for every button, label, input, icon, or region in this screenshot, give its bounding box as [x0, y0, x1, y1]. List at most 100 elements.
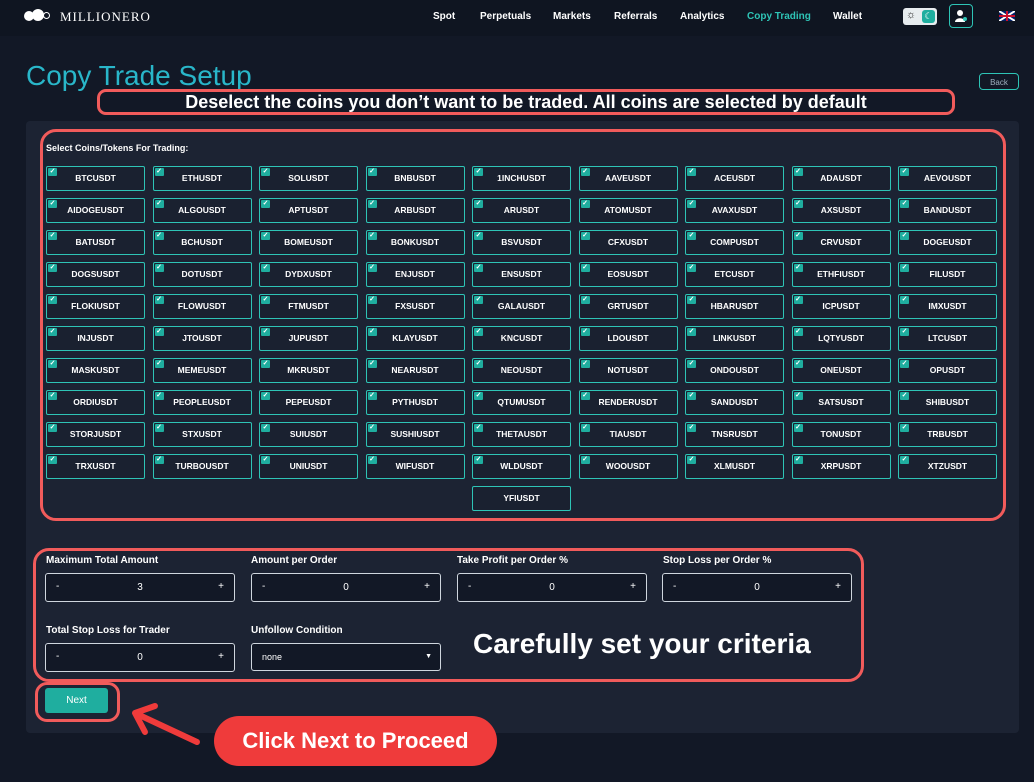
coin-checkbox[interactable]: ✓ MKRUSDT [259, 358, 358, 383]
coin-checkbox[interactable]: ✓ LTCUSDT [898, 326, 997, 351]
coin-checkbox[interactable]: ✓ FTMUSDT [259, 294, 358, 319]
coin-checkbox[interactable]: ✓ TONUSDT [791, 422, 891, 447]
coin-checkbox[interactable]: ✓ LINKUSDT [685, 326, 784, 351]
coin-checkbox[interactable]: ✓ ACEUSDT [685, 166, 784, 191]
coin-checkbox[interactable]: ✓ JTOUSDT [152, 326, 252, 351]
coin-checkbox[interactable]: ✓ PYTHUSDT [365, 390, 465, 415]
take-profit-value[interactable]: 0 [458, 582, 646, 593]
coin-checkbox[interactable]: ✓ BTCUSDT [46, 166, 145, 191]
coin-checkbox[interactable]: ✓ AIDOGEUSDT [46, 198, 145, 223]
increment-button[interactable]: + [218, 651, 224, 662]
max-total-value[interactable]: 3 [46, 582, 234, 593]
coin-checkbox[interactable]: ✓ COMPUSDT [685, 230, 784, 255]
coin-checkbox[interactable]: ✓ ARBUSDT [365, 198, 465, 223]
per-order-value[interactable]: 0 [252, 582, 440, 593]
coin-checkbox[interactable]: ✓ ORDIUSDT [46, 390, 145, 415]
nav-perpetuals[interactable]: Perpetuals [480, 11, 531, 22]
coin-checkbox[interactable]: ✓ TIAUSDT [578, 422, 678, 447]
coin-checkbox[interactable]: ✓ XTZUSDT [898, 454, 997, 479]
coin-checkbox[interactable]: ✓ BNBUSDT [365, 166, 465, 191]
coin-checkbox[interactable]: ✓ LQTYUSDT [791, 326, 891, 351]
coin-checkbox[interactable]: ✓ ALGOUSDT [152, 198, 252, 223]
nav-referrals[interactable]: Referrals [614, 11, 657, 22]
coin-checkbox[interactable]: ✓ FLOKIUSDT [46, 294, 145, 319]
coin-checkbox[interactable]: ✓ TRBUSDT [898, 422, 997, 447]
coin-checkbox[interactable]: ✓ FLOWUSDT [152, 294, 252, 319]
coin-checkbox[interactable]: ✓ GRTUSDT [578, 294, 678, 319]
coin-checkbox[interactable]: ✓ AVAXUSDT [685, 198, 784, 223]
coin-checkbox[interactable]: ✓ LDOUSDT [578, 326, 678, 351]
coin-checkbox[interactable]: ✓ TNSRUSDT [685, 422, 784, 447]
coin-checkbox[interactable]: ✓ BATUSDT [46, 230, 145, 255]
coin-checkbox[interactable]: ✓ NOTUSDT [578, 358, 678, 383]
coin-checkbox[interactable]: ✓ WLDUSDT [472, 454, 571, 479]
coin-checkbox[interactable]: ✓ AEVOUSDT [898, 166, 997, 191]
coin-checkbox[interactable]: ✓ EOSUSDT [578, 262, 678, 287]
coin-checkbox[interactable]: ✓ TURBOUSDT [152, 454, 252, 479]
coin-checkbox[interactable]: ✓ AXSUSDT [791, 198, 891, 223]
coin-checkbox[interactable]: ✓ DOGEUSDT [898, 230, 997, 255]
per-order-stepper[interactable]: - 0 + [251, 573, 441, 602]
coin-checkbox[interactable]: ✓ 1INCHUSDT [472, 166, 571, 191]
coin-checkbox[interactable]: ✓ ADAUSDT [791, 166, 891, 191]
coin-checkbox[interactable]: ✓ PEOPLEUSDT [152, 390, 252, 415]
coin-checkbox[interactable]: ✓ QTUMUSDT [472, 390, 571, 415]
coin-checkbox[interactable]: ✓ INJUSDT [46, 326, 145, 351]
coin-checkbox[interactable]: ✓ NEARUSDT [365, 358, 465, 383]
coin-checkbox[interactable]: ✓ MEMEUSDT [152, 358, 252, 383]
coin-checkbox[interactable]: ✓ WOOUSDT [578, 454, 678, 479]
theme-toggle[interactable]: ☼ ☾ [903, 8, 937, 25]
coin-checkbox[interactable]: ✓ KLAYUSDT [365, 326, 465, 351]
coin-checkbox[interactable]: ✓ ONEUSDT [791, 358, 891, 383]
coin-checkbox[interactable]: ✓ AAVEUSDT [578, 166, 678, 191]
back-button[interactable]: Back [979, 73, 1019, 90]
increment-button[interactable]: + [835, 581, 841, 592]
coin-checkbox[interactable]: ✓ CRVUSDT [791, 230, 891, 255]
uk-flag-icon[interactable] [999, 11, 1015, 21]
coin-checkbox[interactable]: ✓ BCHUSDT [152, 230, 252, 255]
coin-checkbox[interactable]: ✓ SATSUSDT [791, 390, 891, 415]
coin-checkbox[interactable]: ✓ HBARUSDT [685, 294, 784, 319]
max-total-stepper[interactable]: - 3 + [45, 573, 235, 602]
coin-checkbox[interactable]: ✓ SANDUSDT [685, 390, 784, 415]
coin-checkbox[interactable]: ✓ SUSHIUSDT [365, 422, 465, 447]
increment-button[interactable]: + [424, 581, 430, 592]
coin-checkbox[interactable]: ✓ FILUSDT [898, 262, 997, 287]
brand-logo[interactable]: MILLIONERO [24, 8, 151, 26]
coin-checkbox[interactable]: ✓ XLMUSDT [685, 454, 784, 479]
coin-checkbox[interactable]: ✓ ETHFIUSDT [791, 262, 891, 287]
coin-checkbox[interactable]: ✓ BONKUSDT [365, 230, 465, 255]
coin-checkbox[interactable]: ✓ ETCUSDT [685, 262, 784, 287]
nav-spot[interactable]: Spot [433, 11, 455, 22]
coin-checkbox[interactable]: ✓ FXSUSDT [365, 294, 465, 319]
coin-checkbox[interactable]: ✓ BANDUSDT [898, 198, 997, 223]
coin-checkbox[interactable]: ✓ ETHUSDT [152, 166, 252, 191]
stop-loss-stepper[interactable]: - 0 + [662, 573, 852, 602]
coin-checkbox[interactable]: ✓ XRPUSDT [791, 454, 891, 479]
coin-checkbox[interactable]: ✓ IMXUSDT [898, 294, 997, 319]
coin-checkbox[interactable]: ✓ ARUSDT [472, 198, 571, 223]
coin-checkbox[interactable]: ✓ SHIBUSDT [898, 390, 997, 415]
coin-checkbox[interactable]: ✓ DYDXUSDT [259, 262, 358, 287]
coin-checkbox[interactable]: ✓ OPUSDT [898, 358, 997, 383]
coin-checkbox[interactable]: ✓ SOLUSDT [259, 166, 358, 191]
coin-checkbox[interactable]: ✓ ATOMUSDT [578, 198, 678, 223]
coin-checkbox[interactable]: ✓ UNIUSDT [259, 454, 358, 479]
coin-checkbox[interactable]: ✓ APTUSDT [259, 198, 358, 223]
coin-checkbox[interactable]: ✓ BOMEUSDT [259, 230, 358, 255]
take-profit-stepper[interactable]: - 0 + [457, 573, 647, 602]
total-stop-loss-value[interactable]: 0 [46, 652, 234, 663]
coin-checkbox[interactable]: ✓ GALAUSDT [472, 294, 571, 319]
coin-checkbox[interactable]: ✓ THETAUSDT [472, 422, 571, 447]
unfollow-select[interactable]: none ▼ [251, 643, 441, 671]
next-button[interactable]: Next [45, 688, 108, 713]
coin-checkbox[interactable]: ✓ TRXUSDT [46, 454, 145, 479]
coin-checkbox[interactable]: ✓ WIFUSDT [365, 454, 465, 479]
stop-loss-value[interactable]: 0 [663, 582, 851, 593]
coin-checkbox[interactable]: ✓ STXUSDT [152, 422, 252, 447]
coin-checkbox[interactable]: ✓ JUPUSDT [259, 326, 358, 351]
coin-checkbox[interactable]: ✓ DOTUSDT [152, 262, 252, 287]
coin-checkbox[interactable]: ✓ ENJUSDT [365, 262, 465, 287]
coin-checkbox[interactable]: ✓ STORJUSDT [46, 422, 145, 447]
nav-copy-trading[interactable]: Copy Trading [747, 11, 811, 22]
